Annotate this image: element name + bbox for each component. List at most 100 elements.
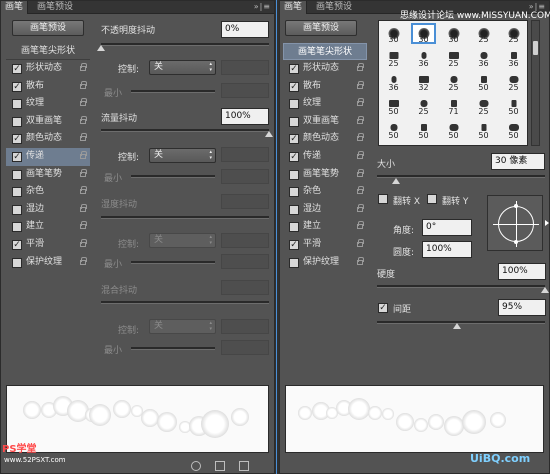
flip-x-checkbox[interactable] bbox=[378, 194, 388, 204]
brush-setting-checkbox[interactable]: ✓ bbox=[12, 64, 22, 74]
brush-tip-cell[interactable]: 50 bbox=[441, 119, 466, 140]
opacity-jitter-thumb[interactable] bbox=[97, 45, 105, 51]
lock-icon[interactable] bbox=[357, 80, 364, 89]
brush-setting-checkbox[interactable] bbox=[12, 169, 22, 180]
brush-setting-checkbox[interactable] bbox=[289, 204, 299, 215]
brush-setting-checkbox[interactable]: ✓ bbox=[289, 239, 299, 250]
brush-setting-checkbox[interactable] bbox=[12, 116, 22, 127]
brush-setting-item[interactable]: 双重画笔 bbox=[6, 113, 90, 131]
brush-setting-item[interactable]: ✓ 颜色动态 bbox=[283, 130, 367, 148]
brush-presets-button[interactable]: 画笔预设 bbox=[12, 20, 84, 36]
brush-setting-item[interactable]: 保护纹理 bbox=[6, 254, 90, 272]
brush-setting-item[interactable]: 杂色 bbox=[283, 183, 367, 201]
lock-icon[interactable] bbox=[80, 115, 87, 124]
brush-setting-checkbox[interactable]: ✓ bbox=[12, 81, 22, 92]
lock-icon[interactable] bbox=[357, 133, 364, 142]
brush-tip-cell[interactable]: 50 bbox=[381, 95, 406, 116]
brush-setting-item[interactable]: 画笔笔势 bbox=[283, 166, 367, 184]
size-slider-thumb[interactable] bbox=[392, 178, 400, 184]
brush-tip-cell[interactable]: 30 bbox=[441, 23, 466, 44]
brush-setting-item[interactable]: 湿边 bbox=[6, 201, 90, 219]
brush-tip-cell[interactable]: 71 bbox=[441, 95, 466, 116]
brush-tip-cell[interactable]: 50 bbox=[381, 119, 406, 140]
brush-setting-checkbox[interactable] bbox=[289, 187, 299, 198]
brush-tip-shape-item[interactable]: 画笔笔尖形状 bbox=[6, 43, 90, 60]
brush-setting-item[interactable]: ✓ 传递 bbox=[6, 147, 90, 166]
lock-icon[interactable] bbox=[357, 115, 364, 124]
lock-icon[interactable] bbox=[357, 150, 364, 159]
brush-setting-checkbox[interactable]: ✓ bbox=[289, 64, 299, 74]
lock-icon[interactable] bbox=[357, 203, 364, 212]
brush-setting-item[interactable]: ✓ 平滑 bbox=[6, 236, 90, 254]
panel-menu-icon[interactable]: »|≡ bbox=[254, 2, 271, 11]
lock-icon[interactable] bbox=[80, 203, 87, 212]
brush-tip-cell[interactable]: 50 bbox=[471, 119, 496, 140]
brush-tip-cell[interactable]: 25 bbox=[381, 47, 406, 68]
brush-setting-checkbox[interactable]: ✓ bbox=[289, 151, 299, 162]
brush-setting-item[interactable]: 画笔笔势 bbox=[6, 166, 90, 184]
brush-setting-checkbox[interactable] bbox=[289, 169, 299, 180]
brush-tip-cell[interactable]: 36 bbox=[471, 47, 496, 68]
brush-setting-item[interactable]: 纹理 bbox=[283, 95, 367, 113]
brush-panel-grid-icon[interactable] bbox=[215, 461, 225, 471]
hardness-slider-thumb[interactable] bbox=[541, 287, 549, 293]
brush-tip-cell[interactable]: 25 bbox=[411, 95, 436, 116]
brush-setting-checkbox[interactable]: ✓ bbox=[12, 151, 22, 162]
spacing-slider-thumb[interactable] bbox=[453, 323, 461, 329]
lock-icon[interactable] bbox=[80, 133, 87, 142]
lock-icon[interactable] bbox=[357, 168, 364, 177]
lock-icon[interactable] bbox=[80, 98, 87, 107]
brush-tip-cell[interactable]: 25 bbox=[501, 71, 526, 92]
lock-icon[interactable] bbox=[80, 63, 87, 71]
brush-setting-item[interactable]: 杂色 bbox=[6, 183, 90, 201]
tip-grid-scrollbar[interactable] bbox=[531, 20, 540, 146]
lock-icon[interactable] bbox=[80, 186, 87, 195]
lock-icon[interactable] bbox=[80, 221, 87, 230]
brush-tip-cell[interactable]: 25 bbox=[501, 23, 526, 44]
brush-setting-item[interactable]: 建立 bbox=[283, 218, 367, 236]
brush-setting-checkbox[interactable] bbox=[12, 204, 22, 215]
opacity-jitter-field[interactable]: 0% bbox=[221, 21, 269, 38]
brush-setting-item[interactable]: 保护纹理 bbox=[283, 254, 367, 272]
opacity-jitter-slider[interactable] bbox=[101, 43, 269, 46]
lock-icon[interactable] bbox=[357, 221, 364, 230]
brush-setting-checkbox[interactable] bbox=[289, 99, 299, 110]
lock-icon[interactable] bbox=[357, 256, 364, 265]
lock-icon[interactable] bbox=[357, 98, 364, 107]
brush-setting-item[interactable]: 建立 bbox=[6, 218, 90, 236]
brush-tip-cell[interactable]: 25 bbox=[471, 95, 496, 116]
flow-jitter-thumb[interactable] bbox=[265, 131, 273, 137]
tab-brush[interactable]: 画笔 bbox=[1, 1, 29, 14]
brush-tip-cell[interactable]: 36 bbox=[501, 47, 526, 68]
brush-tip-cell[interactable]: 50 bbox=[411, 119, 436, 140]
brush-tip-cell[interactable]: 32 bbox=[411, 71, 436, 92]
brush-setting-checkbox[interactable] bbox=[289, 116, 299, 127]
brush-tip-cell[interactable]: 50 bbox=[501, 119, 526, 140]
brush-setting-checkbox[interactable] bbox=[12, 222, 22, 233]
roundness-handle-top[interactable] bbox=[514, 204, 518, 208]
angle-field[interactable]: 0° bbox=[422, 219, 472, 236]
opacity-control-dropdown[interactable]: 关 bbox=[149, 60, 216, 75]
hardness-slider[interactable] bbox=[377, 285, 545, 288]
brush-tip-cell[interactable]: 36 bbox=[381, 71, 406, 92]
brush-setting-item[interactable]: ✓ 平滑 bbox=[283, 236, 367, 254]
brush-setting-item[interactable]: 湿边 bbox=[283, 201, 367, 219]
brush-tip-grid[interactable]: 30 30 30 25 25 25 36 25 36 36 36 32 25 50 25 50 25 71 25 50… bbox=[378, 20, 528, 146]
roundness-handle-bottom[interactable] bbox=[514, 240, 518, 244]
lock-icon[interactable] bbox=[357, 186, 364, 195]
brush-tip-shape-item[interactable]: 画笔笔尖形状 bbox=[283, 43, 367, 60]
roundness-field[interactable]: 100% bbox=[422, 241, 472, 258]
size-slider[interactable] bbox=[377, 175, 545, 178]
brush-tip-cell[interactable]: 25 bbox=[441, 71, 466, 92]
brush-setting-item[interactable]: ✓ 颜色动态 bbox=[6, 130, 90, 148]
brush-tip-cell[interactable]: 25 bbox=[441, 47, 466, 68]
spacing-slider[interactable] bbox=[377, 321, 545, 324]
flow-jitter-field[interactable]: 100% bbox=[221, 108, 269, 125]
brush-presets-button[interactable]: 画笔预设 bbox=[285, 20, 357, 36]
brush-setting-item[interactable]: 双重画笔 bbox=[283, 113, 367, 131]
create-new-brush-icon[interactable] bbox=[239, 461, 249, 471]
brush-tip-cell[interactable]: 36 bbox=[411, 47, 436, 68]
brush-setting-item[interactable]: ✓ 散布 bbox=[283, 78, 367, 96]
brush-tip-cell[interactable]: 50 bbox=[501, 95, 526, 116]
brush-setting-checkbox[interactable]: ✓ bbox=[12, 239, 22, 250]
